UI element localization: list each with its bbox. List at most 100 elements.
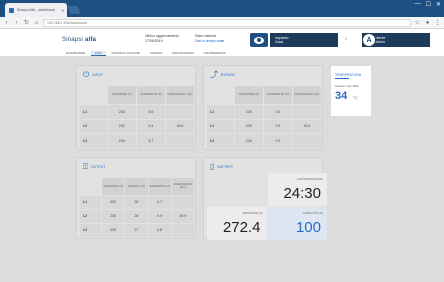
column-header: CARICO (%) <box>125 178 148 195</box>
extension-icon[interactable]: ● <box>424 19 431 26</box>
eye-icon[interactable] <box>250 33 268 47</box>
column-header <box>80 86 107 104</box>
table-cell: 230 <box>234 104 263 119</box>
star-icon[interactable]: ☆ <box>414 19 421 26</box>
minimize-button[interactable]: — <box>415 1 421 8</box>
column-header <box>207 86 234 104</box>
capacity-cell: CAPACITÀ (%) 100 <box>267 207 327 240</box>
address-bar[interactable]: 192.168.1.100/dashboard <box>43 18 411 27</box>
output-card-title: Output <box>90 165 106 169</box>
table-cell: 5.7 <box>136 134 165 148</box>
app-logo[interactable]: Sinapsi alfa <box>62 37 96 43</box>
autonomy-label: AUTONOMIA (MIN) <box>296 177 323 181</box>
table-cell <box>292 134 321 148</box>
browser-titlebar: Sinapsi Alfa - dashboard ✕ — ☐ ✕ <box>0 0 444 17</box>
table-cell <box>165 134 194 148</box>
table-cell: 229 <box>102 223 125 237</box>
row-label: L1 <box>80 195 102 209</box>
column-header: FREQUENZA (Hz) <box>171 178 194 195</box>
column-header: CORRENTE (A) <box>136 86 165 104</box>
plug-icon: ⏻ <box>83 70 90 79</box>
table-cell: 5.4 <box>136 119 165 134</box>
favicon-icon <box>9 7 14 13</box>
column-header <box>80 178 101 195</box>
home-icon[interactable]: ⌂ <box>33 19 40 26</box>
close-window-button[interactable]: ✕ <box>436 1 441 8</box>
table-cell: 49.9 <box>171 209 194 223</box>
forward-icon[interactable]: › <box>13 19 20 26</box>
voltage-label: TENSIONE (V) <box>242 211 263 215</box>
table-cell: 0.9 <box>263 104 292 119</box>
temperature-title: TEMPERATURA <box>335 73 362 77</box>
table-cell: 27 <box>125 223 148 237</box>
column-header: TENSIONE (V) <box>102 178 125 195</box>
battery-card: ▯ Battery AUTONOMIA (MIN) 24:30 TENSIONE… <box>203 157 327 240</box>
battery-icon: ▯ <box>210 162 215 171</box>
tab-impostazioni[interactable]: IMPOSTAZIONI <box>168 51 197 56</box>
temperature-divider <box>335 78 349 79</box>
maximize-button[interactable]: ☐ <box>426 1 431 8</box>
output-table: TENSIONE (V) CARICO (%) CORRENTE (A) FREQUE… <box>80 178 194 237</box>
menu-icon[interactable]: ⋮ <box>434 19 441 26</box>
table-cell: 49.9 <box>292 119 321 134</box>
table-cell: 232 <box>107 119 136 134</box>
column-header: TENSIONE (V) <box>107 86 136 104</box>
autonomy-value: 24:30 <box>283 185 321 202</box>
column-header: FREQUENZA (Hz) <box>292 86 321 104</box>
tab-fasi[interactable]: FASI <box>91 51 106 56</box>
battery-card-title: Battery <box>217 165 234 169</box>
table-cell: 49.9 <box>165 119 194 134</box>
capacity-value: 100 <box>295 219 321 236</box>
table-cell: 234 <box>234 134 263 148</box>
table-cell: 230 <box>107 134 136 148</box>
new-tab-button[interactable] <box>67 6 81 14</box>
tab-dashboard[interactable]: DASHBOARD <box>62 51 89 56</box>
temperature-card: TEMPERATURA Inverter max 40% 34 °C <box>330 65 372 117</box>
output-icon: ⍐ <box>83 162 88 171</box>
back-icon[interactable]: ‹ <box>3 19 10 26</box>
table-cell: 230 <box>102 195 125 209</box>
column-header: TENSIONE (V) <box>234 86 263 104</box>
nav-tabs: DASHBOARD FASI STORICO CONSUMI GRAFICI IMPOS… <box>62 51 229 56</box>
column-header: CORRENTE (A) <box>148 178 171 195</box>
table-cell: 0.9 <box>263 119 292 134</box>
battery-empty-cell <box>207 173 267 206</box>
temperature-unit: °C <box>353 95 358 100</box>
reload-icon[interactable]: ↻ <box>23 19 30 26</box>
row-label: L2 <box>207 119 234 134</box>
row-label: L3 <box>207 134 234 148</box>
column-header: FREQUENZA (Hz) <box>165 86 194 104</box>
row-label: L2 <box>80 209 102 223</box>
row-label: L1 <box>80 104 107 119</box>
bypass-card: ⤴ Bypass TENSIONE (V) CORRENTE (A) FREQUEN… <box>203 65 323 150</box>
tab-informazioni[interactable]: INFORMAZIONI <box>200 51 230 56</box>
table-cell <box>165 104 194 119</box>
table-cell: 26 <box>125 209 148 223</box>
table-cell: 0.9 <box>263 134 292 148</box>
table-cell: 229 <box>234 119 263 134</box>
plant-selector[interactable]: Impianto Casa <box>270 33 338 47</box>
chevron-down-icon[interactable]: › <box>345 36 347 42</box>
table-cell: 5.5 <box>136 104 165 119</box>
table-cell: 230 <box>107 104 136 119</box>
tab-close-icon[interactable]: ✕ <box>61 8 67 13</box>
table-cell: 0.9 <box>148 209 171 223</box>
avatar[interactable]: A <box>362 33 376 47</box>
browser-toolbar: ‹ › ↻ ⌂ 192.168.1.100/dashboard ☆ ● ⋮ <box>0 17 444 29</box>
app-header: Sinapsi alfa Ultimo aggiornamento 17/09/… <box>0 29 444 57</box>
table-cell <box>292 104 321 119</box>
temperature-value: 34 <box>335 90 348 102</box>
column-header: CORRENTE (A) <box>263 86 292 104</box>
last-update-info: Ultimo aggiornamento 17/09/2019 <box>145 34 180 43</box>
temperature-label: Inverter max 40% <box>335 84 359 88</box>
tab-title: Sinapsi Alfa - dashboard <box>17 8 55 12</box>
row-label: L2 <box>80 119 107 134</box>
voltage-cell: TENSIONE (V) 272.4 <box>207 207 267 240</box>
tab-grafici[interactable]: GRAFICI <box>146 51 166 56</box>
tab-storico-consumi[interactable]: STORICO CONSUMI <box>108 51 145 56</box>
row-label: L3 <box>80 134 107 148</box>
table-cell: 26 <box>125 195 148 209</box>
browser-tab[interactable]: Sinapsi Alfa - dashboard ✕ <box>5 3 67 17</box>
bypass-card-title: Bypass <box>221 73 235 77</box>
row-label: L3 <box>80 223 102 237</box>
